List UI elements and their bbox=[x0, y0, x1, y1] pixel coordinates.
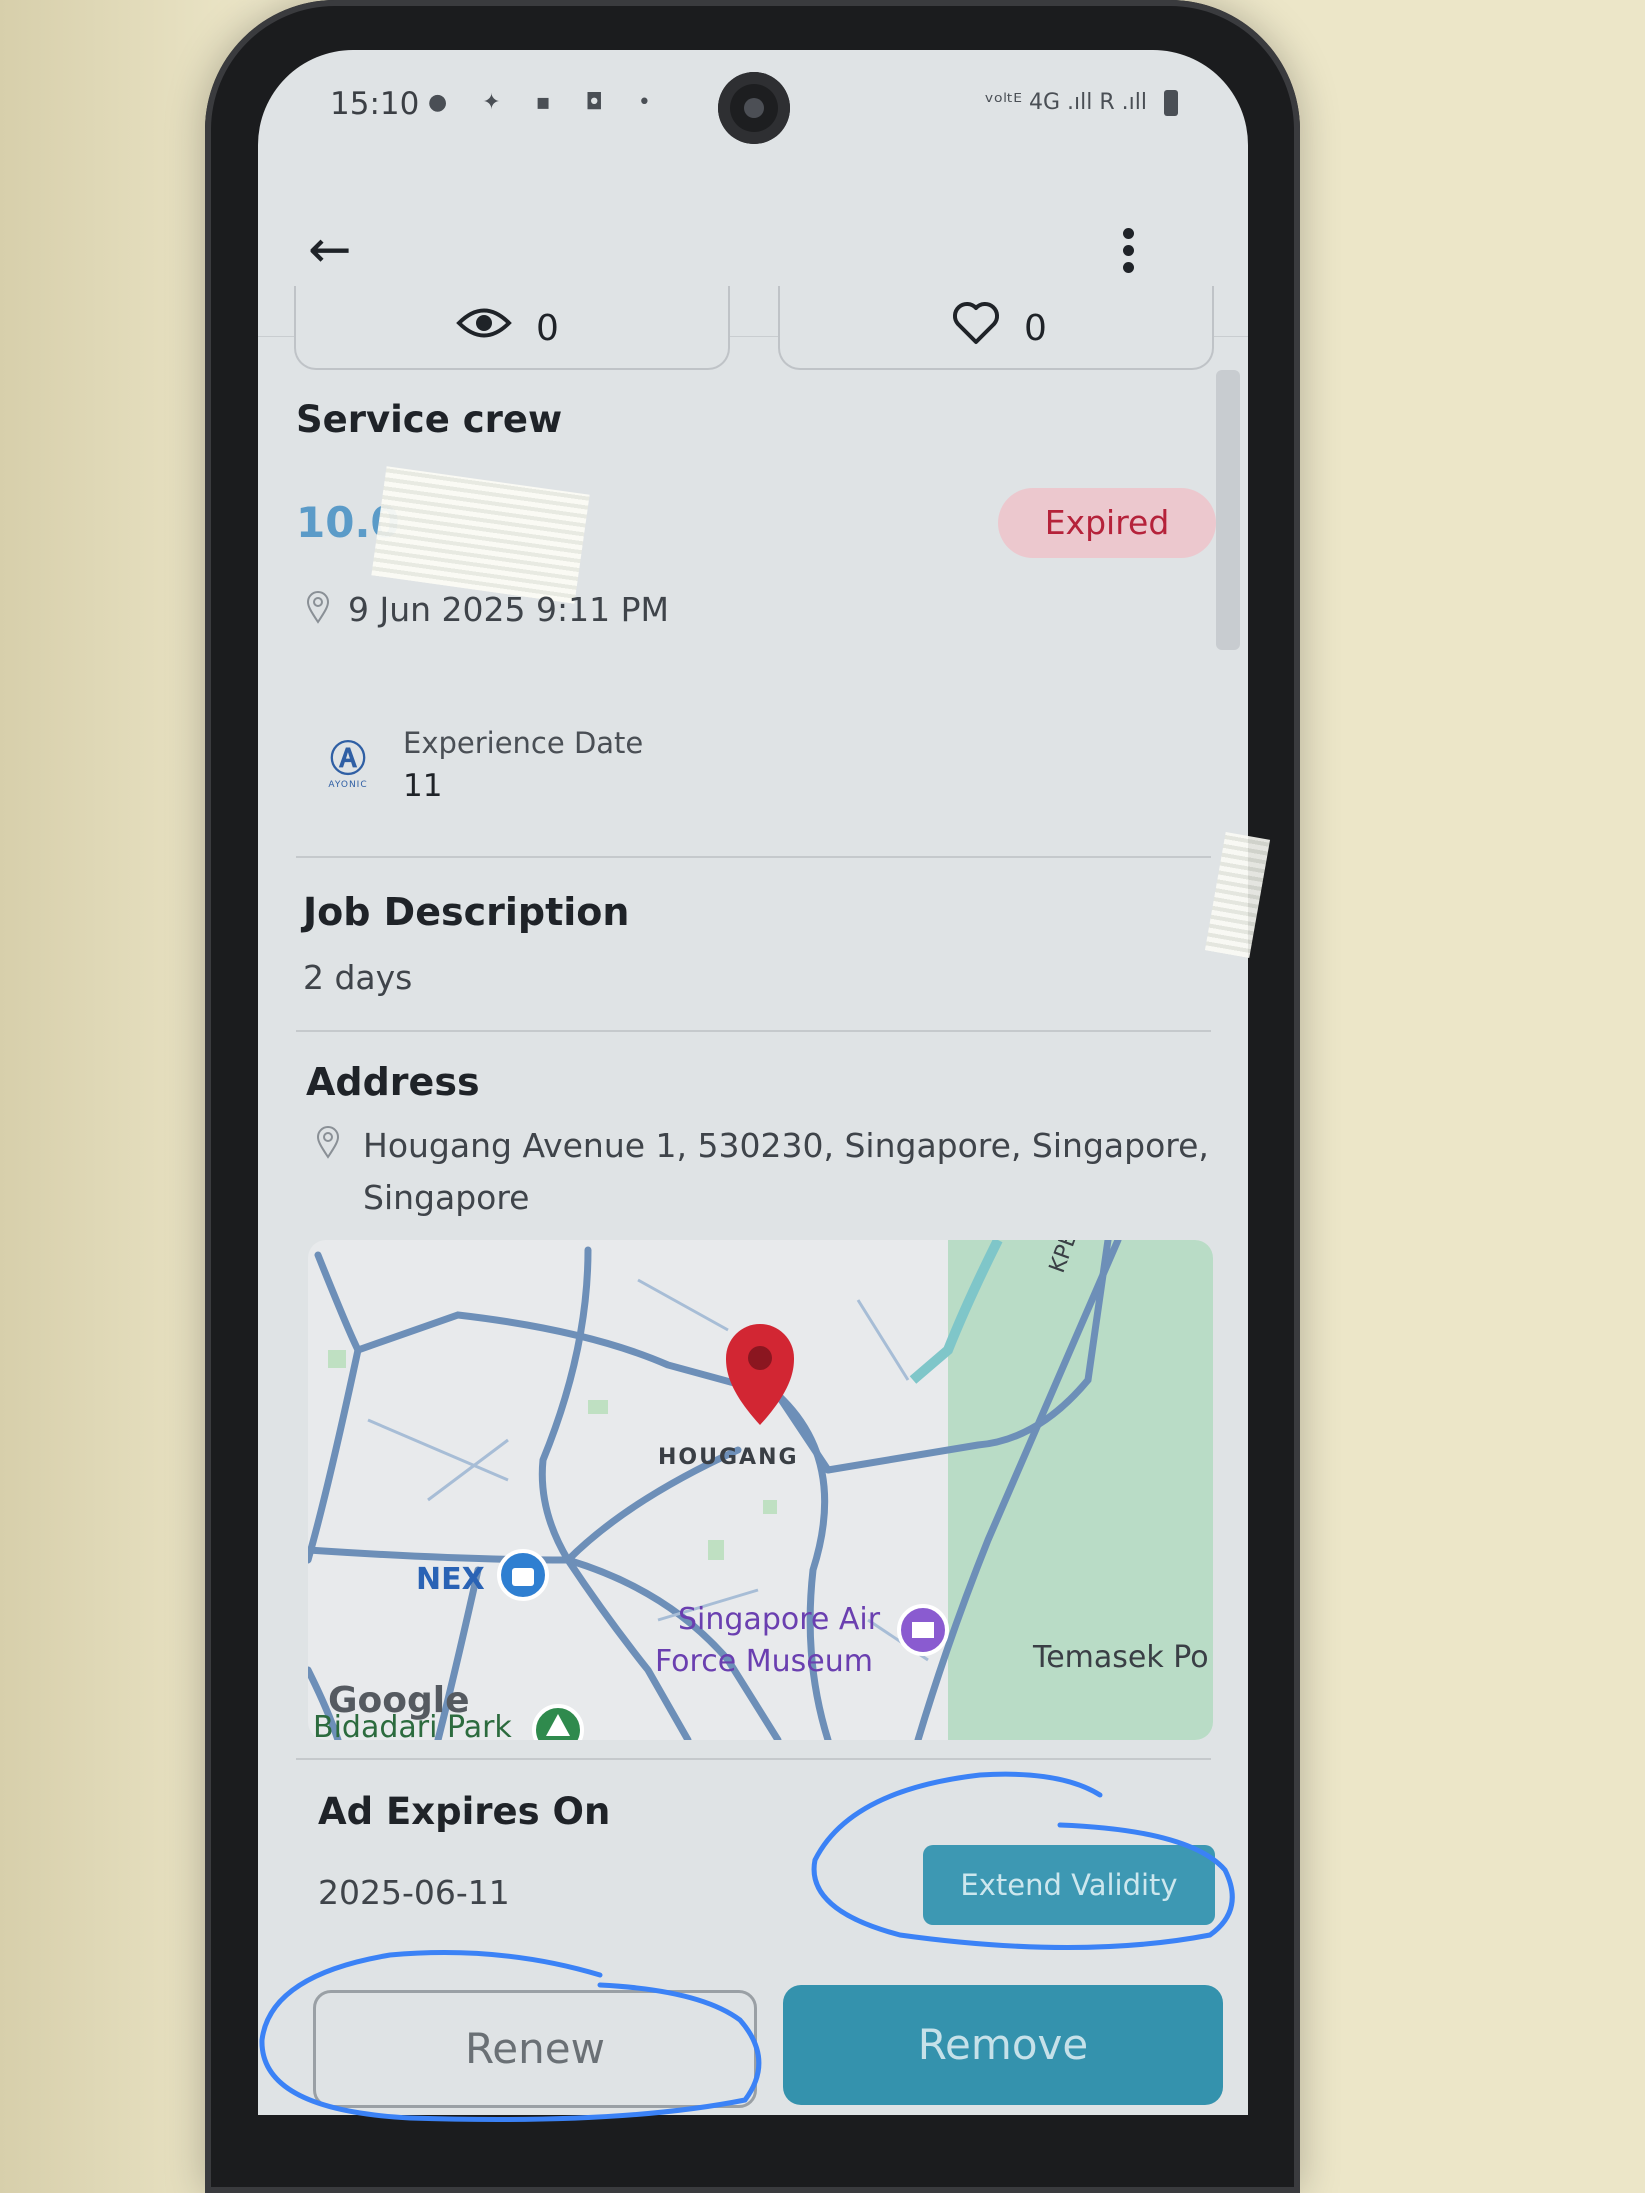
extend-validity-button[interactable]: Extend Validity bbox=[923, 1845, 1215, 1925]
views-count: 0 bbox=[536, 308, 559, 349]
description-heading: Job Description bbox=[303, 890, 630, 934]
eye-icon bbox=[456, 308, 512, 338]
app-screen: 15:10 ● ✦ ▪ ◘ • ᵛᵒˡᵗᴱ 4G .ıll R .ıll ← 0… bbox=[258, 50, 1248, 2115]
renew-button[interactable]: Renew bbox=[313, 1990, 757, 2108]
views-card: 0 bbox=[294, 286, 730, 370]
address-text: Hougang Avenue 1, 530230, Singapore, Sin… bbox=[363, 1126, 1209, 1217]
posted-date: 9 Jun 2025 9:11 PM bbox=[348, 590, 669, 629]
address-pin-icon bbox=[316, 1126, 340, 1159]
divider bbox=[296, 1758, 1211, 1760]
network-status: ᵛᵒˡᵗᴱ 4G .ıll R .ıll bbox=[985, 90, 1178, 116]
expiry-heading: Ad Expires On bbox=[318, 1790, 611, 1833]
notification-icons: ● ✦ ▪ ◘ • bbox=[428, 90, 665, 115]
signal-icons: ᵛᵒˡᵗᴱ 4G .ıll R .ıll bbox=[984, 90, 1147, 115]
expiry-date: 2025-06-11 bbox=[318, 1873, 510, 1912]
scrollbar[interactable] bbox=[1216, 370, 1240, 650]
front-camera bbox=[718, 72, 790, 144]
experience-value: 11 bbox=[403, 768, 443, 804]
job-title: Service crew bbox=[296, 398, 563, 441]
location-pin-icon bbox=[306, 591, 330, 624]
map-label-museum-2: Force Museum bbox=[655, 1644, 873, 1679]
divider bbox=[296, 856, 1211, 858]
google-logo: Google bbox=[328, 1680, 470, 1721]
status-bar: 15:10 ● ✦ ▪ ◘ • ᵛᵒˡᵗᴱ 4G .ıll R .ıll bbox=[258, 50, 1248, 160]
map-label-museum-1: Singapore Air bbox=[678, 1602, 881, 1637]
map-label-nex: NEX bbox=[416, 1562, 485, 1597]
address-heading: Address bbox=[306, 1060, 480, 1104]
back-arrow-icon[interactable]: ← bbox=[308, 220, 368, 280]
likes-count: 0 bbox=[1024, 308, 1047, 349]
experience-label: Experience Date bbox=[403, 726, 644, 760]
description-text: 2 days bbox=[303, 958, 413, 997]
remove-button[interactable]: Remove bbox=[783, 1985, 1223, 2105]
status-time: 15:10 bbox=[330, 86, 420, 122]
map-label-hougang: HOUGANG bbox=[658, 1445, 799, 1470]
heart-icon[interactable] bbox=[952, 300, 1000, 346]
map-label-temasek: Temasek Po bbox=[1033, 1640, 1209, 1675]
divider bbox=[296, 1030, 1211, 1032]
photo-glare bbox=[371, 466, 590, 604]
likes-card: 0 bbox=[778, 286, 1214, 370]
location-map[interactable]: HOUGANG NEX Singapore Air Force Museum T… bbox=[308, 1240, 1213, 1740]
battery-icon bbox=[1164, 90, 1178, 116]
company-logo: Ⓐ AYONIC bbox=[318, 740, 378, 810]
more-options-icon[interactable] bbox=[1118, 222, 1138, 282]
status-badge: Expired bbox=[998, 488, 1216, 558]
company-logo-text: AYONIC bbox=[328, 780, 368, 790]
company-logo-mark-icon: Ⓐ bbox=[329, 739, 366, 780]
